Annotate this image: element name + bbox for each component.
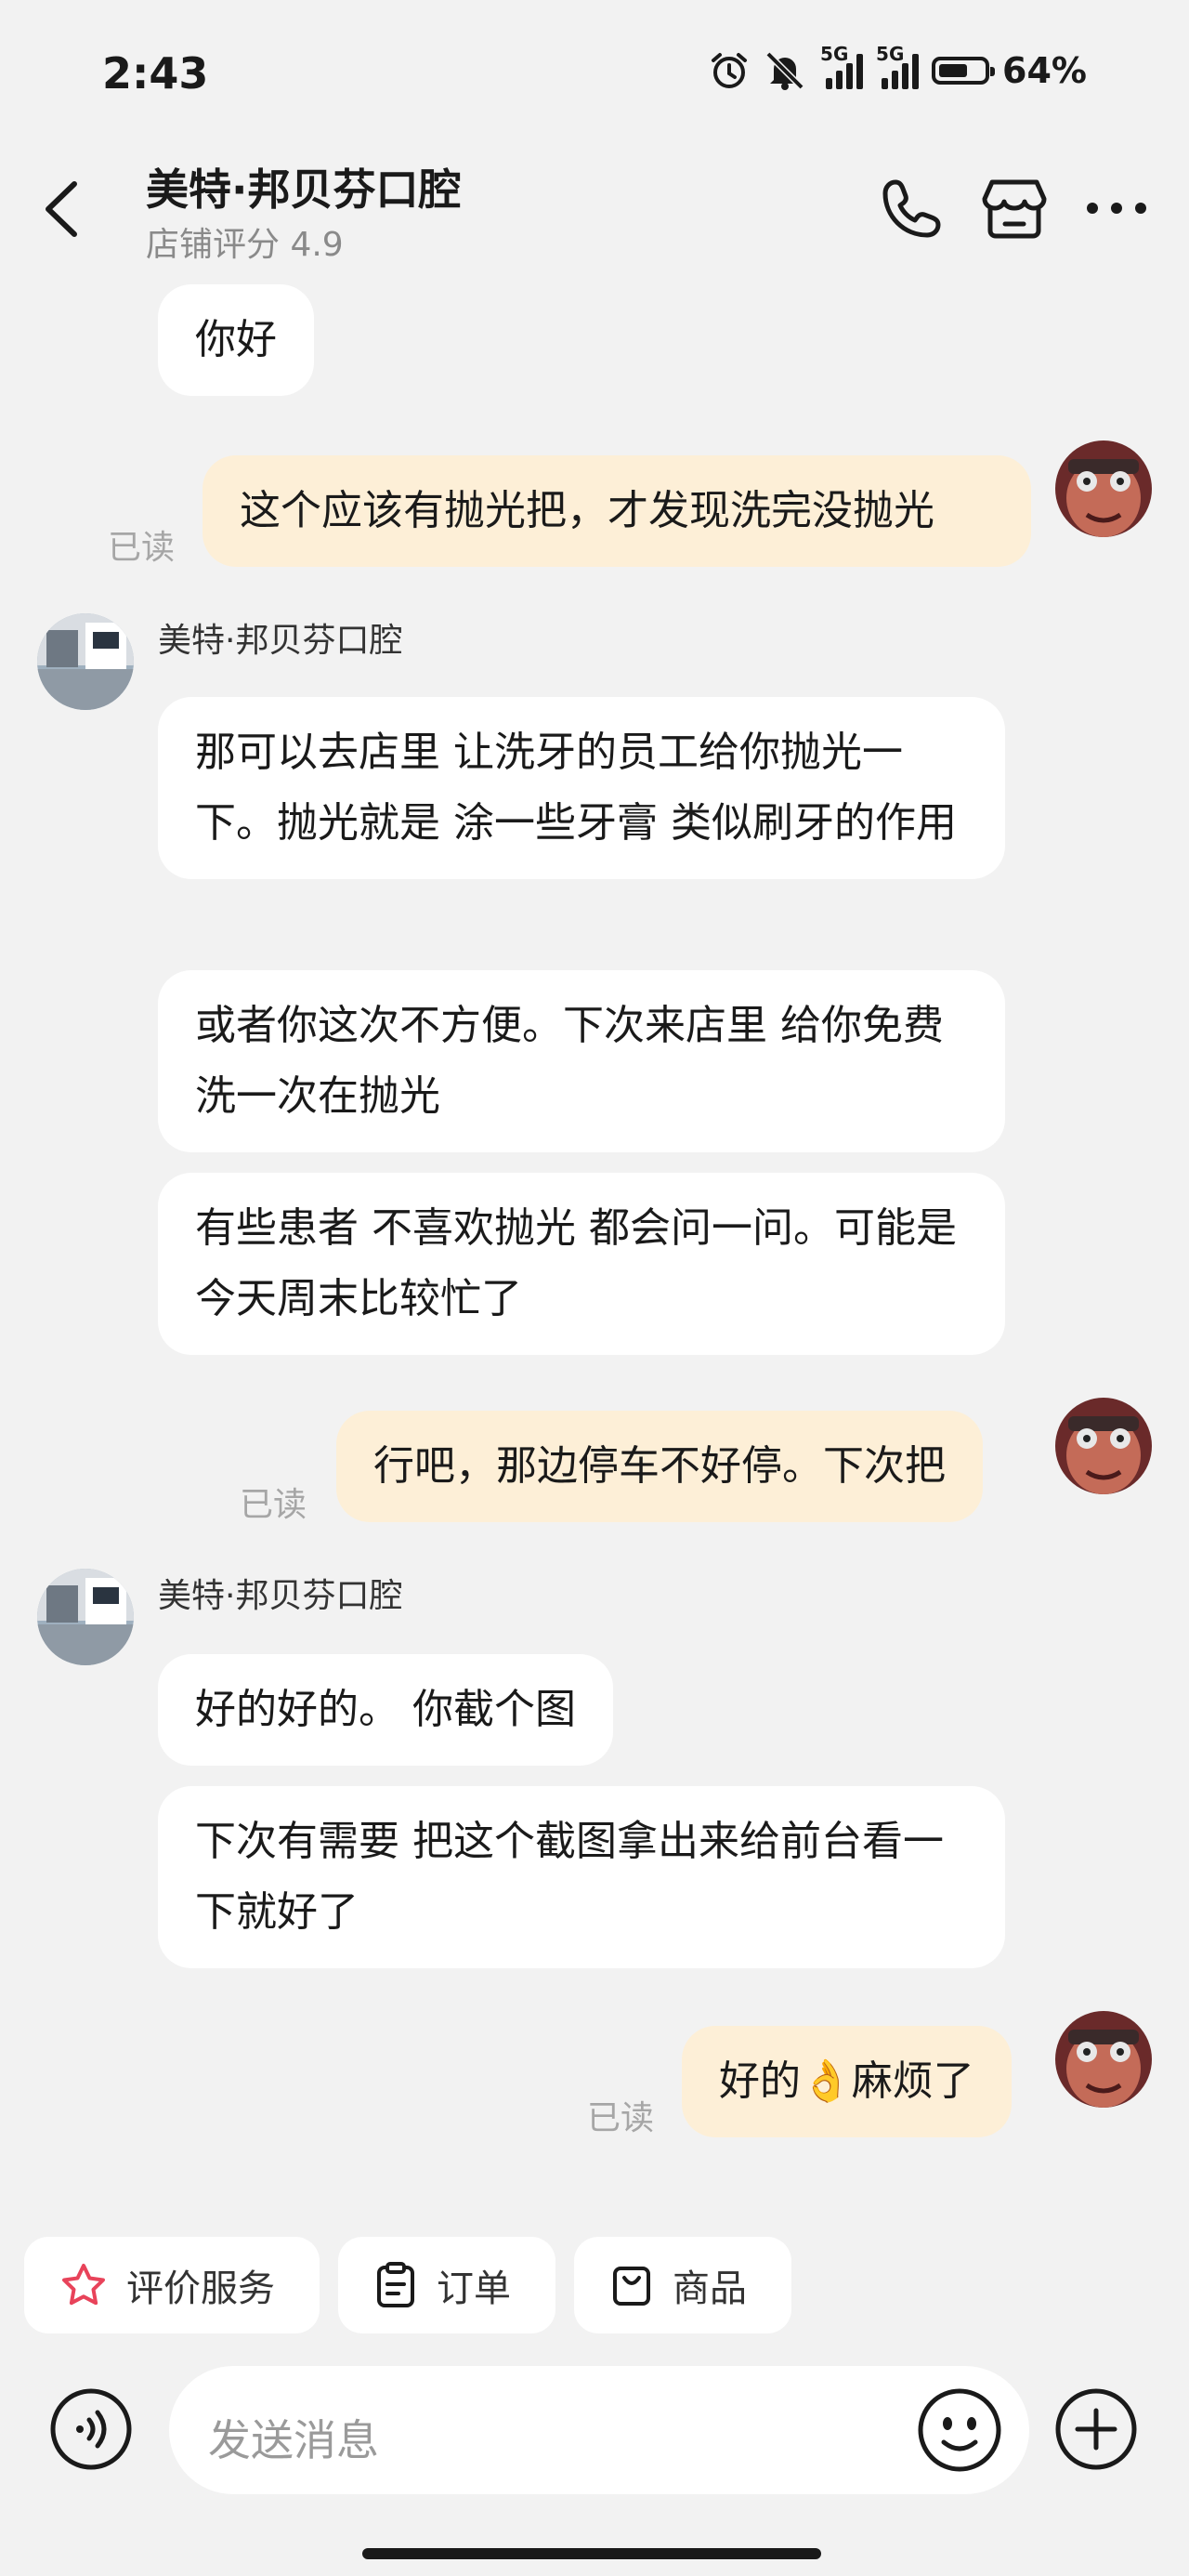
network-type-2: 5G xyxy=(876,43,905,65)
goods-label: 商品 xyxy=(673,2267,747,2310)
message-input[interactable]: 发送消息 xyxy=(169,2366,1029,2494)
star-icon xyxy=(62,2264,105,2306)
message-incoming: 那可以去店里 让洗牙的员工给你抛光一下。抛光就是 涂一些牙膏 类似刷牙的作用 xyxy=(158,697,1005,879)
phone-icon[interactable] xyxy=(877,173,947,243)
goods-button[interactable]: 商品 xyxy=(574,2237,791,2333)
mute-icon xyxy=(765,51,804,90)
battery-percent: 64% xyxy=(1002,50,1087,91)
voice-icon[interactable] xyxy=(48,2386,134,2472)
home-indicator[interactable] xyxy=(362,2548,821,2559)
order-button[interactable]: 订单 xyxy=(338,2237,555,2333)
message-incoming: 下次有需要 把这个截图拿出来给前台看一下就好了 xyxy=(158,1786,1005,1968)
read-receipt: 已读 xyxy=(587,2099,655,2137)
clipboard-icon xyxy=(377,2262,414,2307)
emoji-icon[interactable] xyxy=(916,2386,1003,2474)
review-service-label: 评价服务 xyxy=(126,2267,275,2310)
message-outgoing: 这个应该有抛光把，才发现洗完没抛光 xyxy=(203,455,1031,567)
network-type-1: 5G xyxy=(820,43,849,65)
message-outgoing: 好的👌麻烦了 xyxy=(682,2026,1012,2137)
shop-avatar[interactable] xyxy=(37,613,134,710)
read-receipt: 已读 xyxy=(240,1486,307,1524)
sender-name: 美特·邦贝芬口腔 xyxy=(158,622,403,660)
shop-avatar[interactable] xyxy=(37,1569,134,1665)
review-service-button[interactable]: 评价服务 xyxy=(24,2237,320,2333)
message-input-placeholder: 发送消息 xyxy=(208,2415,379,2465)
alarm-icon xyxy=(712,53,748,88)
user-avatar[interactable] xyxy=(1055,2011,1152,2108)
signal-icon-2: 5G xyxy=(876,43,920,89)
battery-icon xyxy=(932,57,996,85)
signal-icon: 5G xyxy=(820,43,864,89)
message-outgoing: 行吧，那边停车不好停。下次把 xyxy=(336,1411,983,1522)
message-incoming: 好的好的。 你截个图 xyxy=(158,1654,613,1766)
user-avatar[interactable] xyxy=(1055,440,1152,537)
order-label: 订单 xyxy=(437,2267,511,2310)
read-receipt: 已读 xyxy=(108,529,176,567)
store-icon[interactable] xyxy=(979,173,1050,243)
message-incoming: 你好 xyxy=(158,284,314,396)
bag-icon xyxy=(613,2267,650,2306)
chat-title[interactable]: 美特·邦贝芬口腔 xyxy=(146,156,461,217)
message-incoming: 或者你这次不方便。下次来店里 给你免费洗一次在抛光 xyxy=(158,970,1005,1152)
more-icon[interactable] xyxy=(1081,173,1152,243)
user-avatar[interactable] xyxy=(1055,1398,1152,1494)
message-incoming: 有些患者 不喜欢抛光 都会问一问。可能是今天周末比较忙了 xyxy=(158,1173,1005,1355)
sender-name: 美特·邦贝芬口腔 xyxy=(158,1577,403,1615)
back-icon[interactable] xyxy=(35,177,91,242)
status-time: 2:43 xyxy=(102,48,209,99)
plus-icon[interactable] xyxy=(1053,2386,1139,2472)
status-icons: 5G 5G 64% xyxy=(709,43,1087,91)
store-rating: 店铺评分 4.9 xyxy=(146,226,344,264)
